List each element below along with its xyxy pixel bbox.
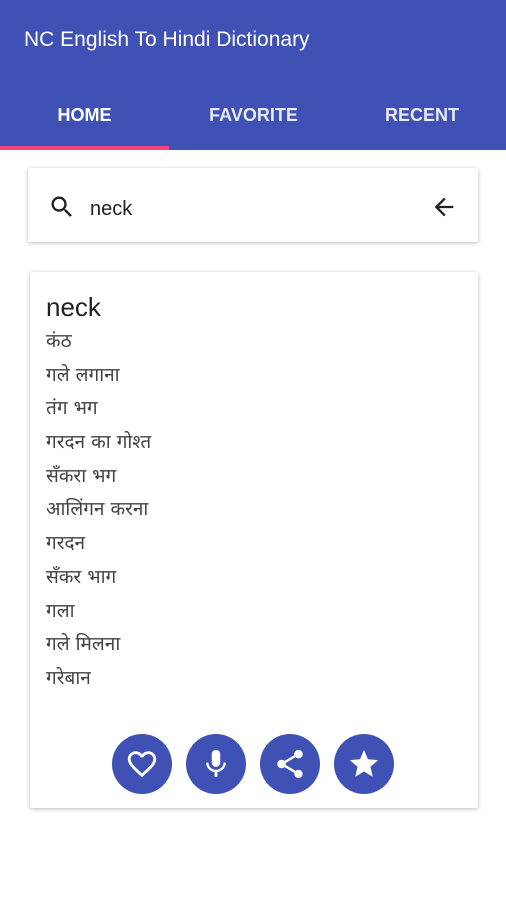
star-icon	[349, 749, 379, 777]
tab-recent[interactable]: RECENT	[338, 92, 506, 142]
microphone-icon	[206, 749, 226, 777]
meaning-item: कंठ	[46, 330, 72, 352]
search-input[interactable]	[90, 196, 410, 222]
star-button[interactable]	[334, 734, 394, 794]
tab-home[interactable]: HOME	[0, 92, 169, 142]
app-bar: NC English To Hindi Dictionary HOME FAVO…	[0, 0, 506, 150]
tab-favorite[interactable]: FAVORITE	[169, 92, 338, 142]
back-arrow-icon[interactable]	[430, 193, 458, 221]
meaning-item: गरेबान	[46, 666, 91, 689]
share-icon	[277, 749, 303, 779]
meaning-item: तंग भग	[46, 397, 98, 420]
meaning-item: गले मिलना	[46, 633, 121, 656]
meaning-item: सँकर भाग	[46, 565, 117, 588]
action-bar	[112, 734, 396, 794]
tab-indicator	[0, 146, 169, 150]
meaning-item: गरदन का गोश्त	[46, 431, 152, 454]
heart-icon	[127, 751, 157, 778]
meaning-item: गला	[46, 599, 75, 622]
app-title: NC English To Hindi Dictionary	[24, 28, 310, 51]
tab-bar: HOME FAVORITE RECENT	[0, 92, 506, 150]
result-word: neck	[46, 292, 101, 322]
favorite-button[interactable]	[112, 734, 172, 794]
meaning-item: आलिंगन करना	[46, 498, 149, 521]
share-button[interactable]	[260, 734, 320, 794]
search-icon	[51, 196, 72, 217]
meaning-list: कंठ गले लगाना तंग भग गरदन का गोश्त सँकरा…	[46, 326, 151, 697]
meaning-item: गले लगाना	[46, 363, 120, 386]
meaning-item: सँकरा भग	[46, 464, 117, 487]
meaning-item: गरदन	[46, 532, 86, 555]
speak-button[interactable]	[186, 734, 246, 794]
